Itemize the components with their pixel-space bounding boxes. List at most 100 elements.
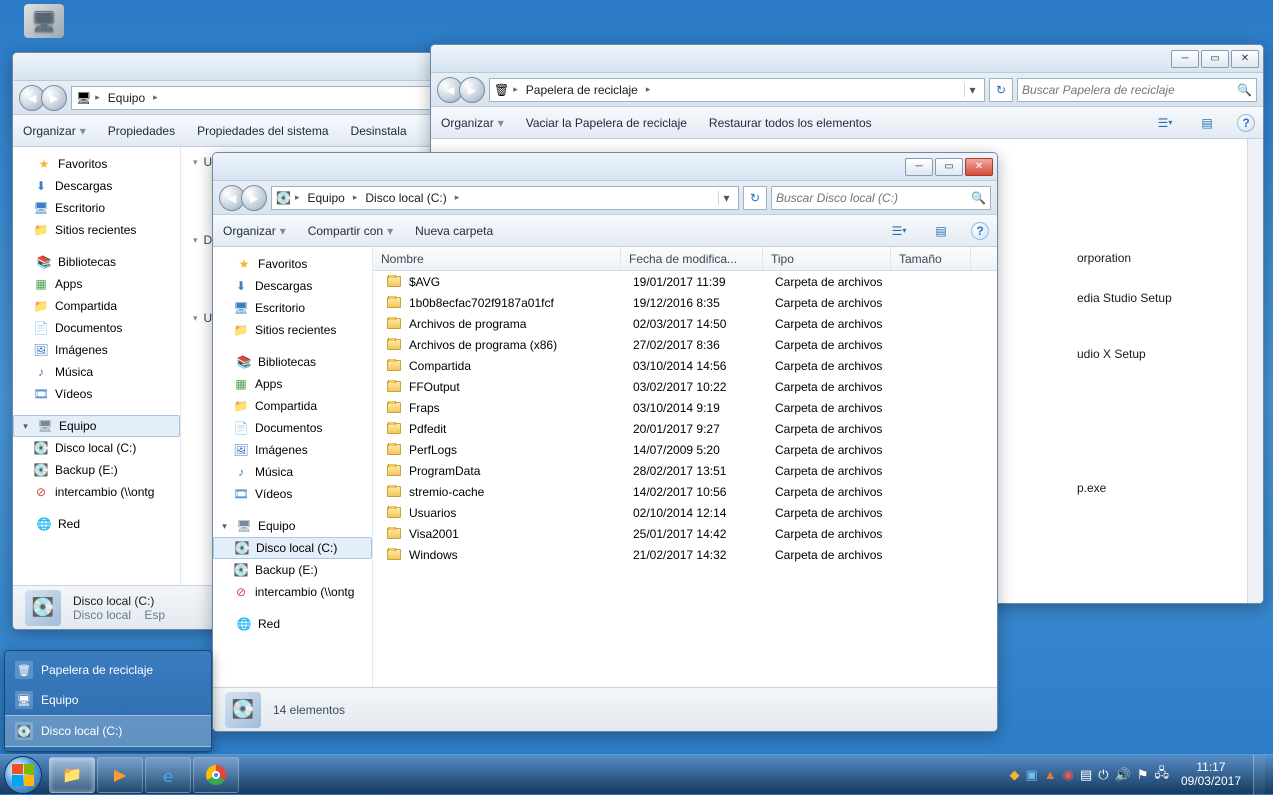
nav-disco-c[interactable]: 💽Disco local (C:) [213,537,372,559]
toolbar-organizar[interactable]: Organizar ▾ [439,112,506,134]
taskbar-ie[interactable]: ｅ [145,757,191,793]
file-row[interactable]: Windows21/02/2017 14:32Carpeta de archiv… [373,544,997,565]
file-row[interactable]: Visa200125/01/2017 14:42Carpeta de archi… [373,523,997,544]
address-bar[interactable]: 🗑 ▸ Papelera de reciclaje ▸ ▾ [489,78,985,102]
tray-flag-icon[interactable]: ⚑ [1137,767,1149,783]
nav-sitios-recientes[interactable]: 📁Sitios recientes [213,319,372,341]
maximize-button[interactable]: ▭ [1201,50,1229,68]
toolbar-propiedades[interactable]: Propiedades [106,120,177,142]
breadcrumb-sep[interactable]: ▸ [455,192,460,203]
titlebar[interactable]: ─ ▭ ✕ [431,45,1263,73]
address-dropdown[interactable]: ▾ [964,83,980,97]
search-input[interactable] [776,191,971,205]
nav-escritorio[interactable]: 🖥Escritorio [13,197,180,219]
toolbar-nueva-carpeta[interactable]: Nueva carpeta [413,220,495,242]
breadcrumb-sep[interactable]: ▸ [153,92,158,103]
taskbar-media-player[interactable]: ▶ [97,757,143,793]
nav-escritorio[interactable]: 🖥Escritorio [213,297,372,319]
refresh-button[interactable]: ↻ [743,186,767,210]
nav-compartida[interactable]: 📁Compartida [213,395,372,417]
nav-bibliotecas[interactable]: 📚Bibliotecas [13,251,180,273]
nav-favoritos[interactable]: ★Favoritos [213,253,372,275]
col-tipo[interactable]: Tipo [763,247,891,270]
show-desktop-button[interactable] [1253,755,1265,795]
tray-icon[interactable]: ◆ [1009,767,1019,783]
nav-videos[interactable]: 🎞Vídeos [213,483,372,505]
view-button[interactable]: ☰ ▾ [1153,113,1177,133]
file-row[interactable]: Pdfedit20/01/2017 9:27Carpeta de archivo… [373,418,997,439]
breadcrumb-sep[interactable]: ▸ [95,92,100,103]
search-box[interactable]: 🔍 [771,186,991,210]
minimize-button[interactable]: ─ [905,158,933,176]
breadcrumb-disco-c[interactable]: Disco local (C:) [361,189,450,207]
breadcrumb-equipo[interactable]: Equipo [303,189,348,207]
start-button[interactable] [4,756,42,794]
nav-backup-e[interactable]: 💽Backup (E:) [213,559,372,581]
taskbar-chrome[interactable] [193,757,239,793]
nav-compartida[interactable]: 📁Compartida [13,295,180,317]
col-tamano[interactable]: Tamaño [891,247,971,270]
col-nombre[interactable]: Nombre [373,247,621,270]
file-row[interactable]: stremio-cache14/02/2017 10:56Carpeta de … [373,481,997,502]
file-row[interactable]: $AVG19/01/2017 11:39Carpeta de archivos [373,271,997,292]
nav-forward-button[interactable]: ► [459,77,485,103]
minimize-button[interactable]: ─ [1171,50,1199,68]
breadcrumb-sep[interactable]: ▸ [295,192,300,203]
file-row[interactable]: PerfLogs14/07/2009 5:20Carpeta de archiv… [373,439,997,460]
nav-red[interactable]: 🌐Red [213,613,372,635]
view-button[interactable]: ☰ ▾ [887,221,911,241]
file-row[interactable]: Usuarios02/10/2014 12:14Carpeta de archi… [373,502,997,523]
tray-icon[interactable]: ▤ [1080,767,1092,783]
nav-videos[interactable]: 🎞Vídeos [13,383,180,405]
tray-icon[interactable]: ◉ [1063,767,1074,783]
nav-descargas[interactable]: ⬇Descargas [13,175,180,197]
tray-power-icon[interactable]: ⏻ [1098,767,1108,783]
file-row[interactable]: Archivos de programa (x86)27/02/2017 8:3… [373,334,997,355]
taskbar-explorer[interactable]: 📁 [49,757,95,793]
nav-backup-e[interactable]: 💽Backup (E:) [13,459,180,481]
nav-equipo[interactable]: ▾🖥Equipo [213,515,372,537]
toolbar-compartir[interactable]: Compartir con ▾ [306,220,395,242]
toolbar-organizar[interactable]: Organizar ▾ [221,220,288,242]
nav-descargas[interactable]: ⬇Descargas [213,275,372,297]
desktop-icon-computer[interactable]: 🖥 [20,4,68,40]
tray-icon[interactable]: ▣ [1025,767,1037,783]
nav-imagenes[interactable]: 🖼Imágenes [213,439,372,461]
breadcrumb-sep[interactable]: ▸ [513,84,518,95]
tray-icon[interactable]: ▲ [1044,767,1057,782]
nav-imagenes[interactable]: 🖼Imágenes [13,339,180,361]
tray-network-icon[interactable]: 🖧 [1154,764,1169,786]
help-button[interactable]: ? [1237,114,1255,132]
nav-musica[interactable]: ♪Música [13,361,180,383]
close-button[interactable]: ✕ [965,158,993,176]
titlebar[interactable]: ─ ▭ ✕ [213,153,997,181]
toolbar-organizar[interactable]: Organizar ▾ [21,120,88,142]
preview-pane-button[interactable]: ▤ [929,221,953,241]
breadcrumb-papelera[interactable]: Papelera de reciclaje [522,81,642,99]
nav-apps[interactable]: ▦Apps [213,373,372,395]
address-bar[interactable]: 💽 ▸ Equipo ▸ Disco local (C:) ▸ ▾ [271,186,739,210]
file-row[interactable]: Archivos de programa02/03/2017 14:50Carp… [373,313,997,334]
nav-sitios-recientes[interactable]: 📁Sitios recientes [13,219,180,241]
nav-red[interactable]: 🌐Red [13,513,180,535]
nav-musica[interactable]: ♪Música [213,461,372,483]
nav-forward-button[interactable]: ► [241,185,267,211]
toolbar-vaciar[interactable]: Vaciar la Papelera de reciclaje [524,112,689,134]
file-row[interactable]: FFOutput03/02/2017 10:22Carpeta de archi… [373,376,997,397]
search-input[interactable] [1022,83,1237,97]
refresh-button[interactable]: ↻ [989,78,1013,102]
address-dropdown[interactable]: ▾ [718,191,734,205]
toolbar-restaurar[interactable]: Restaurar todos los elementos [707,112,874,134]
nav-disco-c[interactable]: 💽Disco local (C:) [13,437,180,459]
nav-equipo[interactable]: ▾🖥Equipo [13,415,180,437]
nav-documentos[interactable]: 📄Documentos [213,417,372,439]
taskbar-clock[interactable]: 11:17 09/03/2017 [1175,761,1247,787]
jumplist-item-papelera[interactable]: 🗑Papelera de reciclaje [5,655,211,685]
file-row[interactable]: Compartida03/10/2014 14:56Carpeta de arc… [373,355,997,376]
nav-bibliotecas[interactable]: 📚Bibliotecas [213,351,372,373]
maximize-button[interactable]: ▭ [935,158,963,176]
help-button[interactable]: ? [971,222,989,240]
jumplist-item-disco-c[interactable]: 💽Disco local (C:) [5,715,211,747]
file-row[interactable]: Fraps03/10/2014 9:19Carpeta de archivos [373,397,997,418]
nav-intercambio[interactable]: ⊘intercambio (\\ontg [13,481,180,503]
